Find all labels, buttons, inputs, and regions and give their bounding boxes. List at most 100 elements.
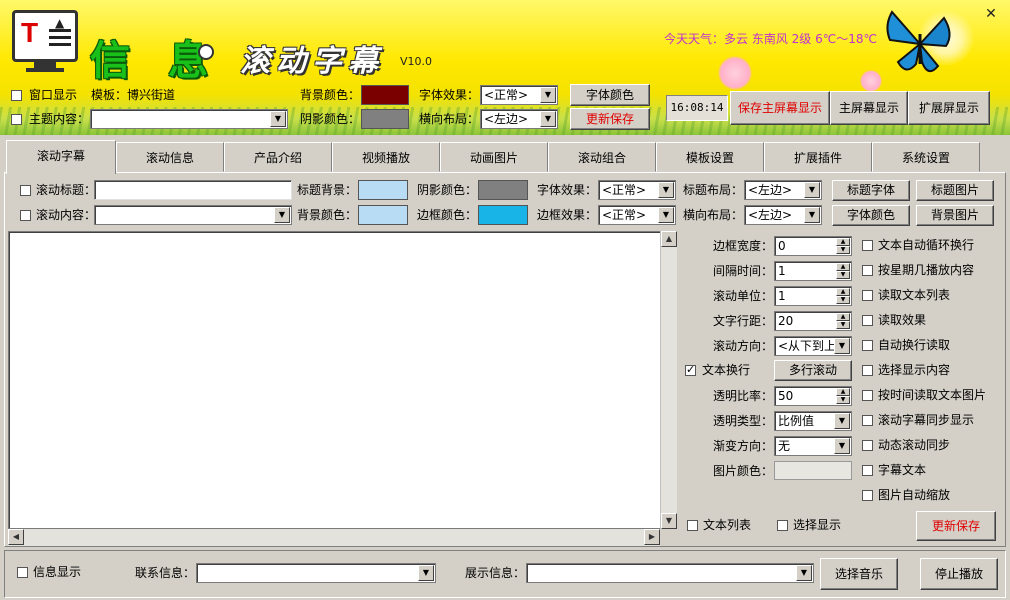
spin-up-icon[interactable]: ▲	[836, 263, 850, 271]
h-layout-select[interactable]: <左边> ▼	[480, 109, 558, 129]
chevron-down-icon[interactable]: ▼	[658, 182, 674, 198]
scroll-right-icon[interactable]: ▶	[644, 529, 660, 545]
scroll-content-select[interactable]: ▼	[94, 205, 292, 225]
chevron-down-icon[interactable]: ▼	[834, 413, 850, 429]
option-checkbox[interactable]	[862, 240, 873, 251]
tab-extension-plugins[interactable]: 扩展插件	[764, 142, 872, 172]
opacity-spinner[interactable]: 50 ▲ ▼	[774, 386, 852, 406]
stop-play-button[interactable]: 停止播放	[920, 558, 998, 590]
spin-down-icon[interactable]: ▼	[836, 321, 850, 329]
spin-down-icon[interactable]: ▼	[836, 271, 850, 279]
font-color-button[interactable]: 字体颜色	[570, 84, 650, 106]
theme-content-select[interactable]: ▼	[90, 109, 288, 129]
spin-up-icon[interactable]: ▲	[836, 313, 850, 321]
spin-down-icon[interactable]: ▼	[836, 296, 850, 304]
shadow-color-swatch[interactable]	[361, 109, 409, 129]
chevron-down-icon[interactable]: ▼	[834, 438, 850, 454]
tab-product-intro[interactable]: 产品介绍	[224, 142, 332, 172]
scroll-direction-select[interactable]: <从下到上> ▼	[774, 336, 852, 356]
horizontal-scrollbar[interactable]: ◀ ▶	[8, 529, 660, 546]
text-wrap-checkbox[interactable]	[685, 363, 696, 376]
title-layout-select[interactable]: <左边> ▼	[744, 180, 822, 200]
tab-template-settings[interactable]: 模板设置	[656, 142, 764, 172]
option-checkbox[interactable]	[862, 340, 873, 351]
chevron-down-icon[interactable]: ▼	[418, 565, 434, 581]
border-effect-select[interactable]: <正常> ▼	[598, 205, 676, 225]
show-info-select[interactable]: ▼	[526, 563, 814, 583]
title-bg-swatch[interactable]	[358, 180, 408, 200]
scroll-up-icon[interactable]: ▲	[661, 231, 677, 247]
option-checkbox[interactable]	[862, 465, 873, 476]
tab-animated-images[interactable]: 动画图片	[440, 142, 548, 172]
save-main-display-button[interactable]: 保存主屏幕显示	[730, 91, 830, 125]
option-checkbox[interactable]	[862, 290, 873, 301]
scroll-down-icon[interactable]: ▼	[661, 513, 677, 529]
scroll-content-label: 滚动内容：	[36, 208, 97, 222]
ext-display-button[interactable]: 扩展屏显示	[908, 91, 990, 125]
multi-line-scroll-button[interactable]: 多行滚动	[774, 360, 852, 381]
bg-color-swatch-2[interactable]	[358, 205, 408, 225]
chevron-down-icon[interactable]: ▼	[270, 111, 286, 127]
content-textarea[interactable]	[8, 231, 662, 529]
scroll-left-icon[interactable]: ◀	[8, 529, 24, 545]
border-color-swatch[interactable]	[478, 205, 528, 225]
option-checkbox[interactable]	[862, 265, 873, 276]
chevron-down-icon[interactable]: ▼	[796, 565, 812, 581]
theme-content-checkbox[interactable]	[11, 114, 22, 125]
option-checkbox[interactable]	[862, 440, 873, 451]
chevron-down-icon[interactable]: ▼	[540, 111, 556, 127]
contact-info-select[interactable]: ▼	[196, 563, 436, 583]
option-checkbox[interactable]	[862, 490, 873, 501]
scroll-unit-spinner[interactable]: 1 ▲ ▼	[774, 286, 852, 306]
spin-up-icon[interactable]: ▲	[836, 238, 850, 246]
tab-system-settings[interactable]: 系统设置	[872, 142, 980, 172]
option-checkbox[interactable]	[862, 365, 873, 376]
vertical-scrollbar[interactable]: ▲ ▼	[660, 231, 677, 529]
spin-up-icon[interactable]: ▲	[836, 288, 850, 296]
update-save-button[interactable]: 更新保存	[570, 108, 650, 130]
image-color-swatch[interactable]	[774, 461, 852, 480]
spin-up-icon[interactable]: ▲	[836, 388, 850, 396]
window-display-checkbox[interactable]	[11, 90, 22, 101]
title-image-button[interactable]: 标题图片	[916, 180, 994, 201]
option-checkbox[interactable]	[862, 315, 873, 326]
border-width-spinner[interactable]: 0 ▲ ▼	[774, 236, 852, 256]
spin-down-icon[interactable]: ▼	[836, 246, 850, 254]
chevron-down-icon[interactable]: ▼	[804, 207, 820, 223]
tab-video-play[interactable]: 视频播放	[332, 142, 440, 172]
option-checkbox[interactable]	[862, 415, 873, 426]
tab-scroll-subtitle[interactable]: 滚动字幕	[6, 140, 116, 174]
spin-down-icon[interactable]: ▼	[836, 396, 850, 404]
interval-spinner[interactable]: 1 ▲ ▼	[774, 261, 852, 281]
bg-image-button[interactable]: 背景图片	[916, 205, 994, 226]
title-font-button[interactable]: 标题字体	[832, 180, 910, 201]
h-layout-select-2[interactable]: <左边> ▼	[744, 205, 822, 225]
panel-update-save-button[interactable]: 更新保存	[916, 511, 996, 541]
main-display-button[interactable]: 主屏幕显示	[830, 91, 908, 125]
gradient-select[interactable]: 无 ▼	[774, 436, 852, 456]
font-color-button-2[interactable]: 字体颜色	[832, 205, 910, 226]
scroll-content-checkbox[interactable]	[20, 210, 31, 221]
chevron-down-icon[interactable]: ▼	[834, 338, 850, 354]
line-spacing-spinner[interactable]: 20 ▲ ▼	[774, 311, 852, 331]
font-effect-select[interactable]: <正常> ▼	[480, 85, 558, 105]
chevron-down-icon[interactable]: ▼	[804, 182, 820, 198]
scroll-title-checkbox[interactable]	[20, 185, 31, 196]
option-image-auto-scale: 图片自动缩放	[878, 488, 951, 502]
select-music-button[interactable]: 选择音乐	[820, 558, 898, 590]
chevron-down-icon[interactable]: ▼	[274, 207, 290, 223]
opacity-type-select[interactable]: 比例值 ▼	[774, 411, 852, 431]
font-effect-select-2[interactable]: <正常> ▼	[598, 180, 676, 200]
close-icon[interactable]: ✕	[983, 6, 999, 22]
text-list-checkbox[interactable]	[687, 520, 698, 531]
tab-scroll-combo[interactable]: 滚动组合	[548, 142, 656, 172]
select-display-checkbox[interactable]	[777, 520, 788, 531]
chevron-down-icon[interactable]: ▼	[658, 207, 674, 223]
scroll-title-input[interactable]	[94, 180, 292, 200]
info-display-checkbox[interactable]	[17, 567, 28, 578]
option-checkbox[interactable]	[862, 390, 873, 401]
shadow-color-swatch-2[interactable]	[478, 180, 528, 200]
tab-scroll-info[interactable]: 滚动信息	[116, 142, 224, 172]
bg-color-swatch[interactable]	[361, 85, 409, 105]
chevron-down-icon[interactable]: ▼	[540, 87, 556, 103]
